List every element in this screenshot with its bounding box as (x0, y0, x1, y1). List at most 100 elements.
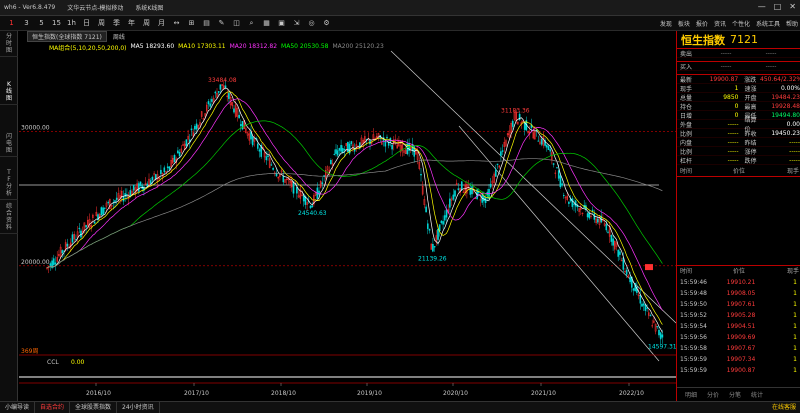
detail-tabs: 明细 分价 分笔 统计 (677, 387, 800, 401)
left-tab-2[interactable]: 闪电图 (0, 131, 18, 157)
candle-body (540, 138, 543, 145)
quote-label: 总量 (680, 94, 693, 102)
toolbar-button-15[interactable]: ◫ (229, 19, 244, 27)
toolbar-button-10[interactable]: 月 (154, 18, 169, 28)
maximize-button[interactable]: □ (774, 2, 782, 12)
price-annotation: 31183.36 (501, 108, 530, 115)
ask-volume: ----- (765, 62, 777, 70)
x-tick-label: 2018/10 (271, 390, 296, 397)
candle-body (54, 262, 57, 265)
toolbar-button-8[interactable]: 年 (124, 18, 139, 28)
toolbar-button-9[interactable]: 周 (139, 18, 154, 28)
left-tab-strip: 分时图 K线图闪电图 TF分析综合资料 (0, 31, 18, 401)
toolbar-button-18[interactable]: ▣ (274, 19, 289, 27)
candle-body (391, 144, 393, 150)
tab-tick-by-tick[interactable]: 分笔 (729, 390, 741, 399)
candle-body (546, 144, 548, 148)
tick-row: 15:59:56 19909.69 1 (677, 332, 800, 343)
status-tab-2[interactable]: 全球股票指数 (70, 401, 118, 413)
toolbar-button-17[interactable]: ▦ (259, 19, 274, 27)
candle-body (335, 149, 337, 154)
tick-price: 19907.61 (726, 301, 756, 308)
candle-body (282, 175, 285, 183)
toolbar-button-20[interactable]: ◎ (304, 19, 319, 27)
price-annotation: 21139.26 (418, 255, 447, 262)
toolbar-button-21[interactable]: ⚙ (319, 19, 334, 27)
candle-body (338, 148, 341, 151)
status-tab-0[interactable]: 小编导读 (0, 401, 36, 413)
toolbar-button-14[interactable]: ✎ (214, 19, 229, 27)
menu-item-2[interactable]: 报价 (696, 19, 708, 28)
candle-body (214, 91, 217, 94)
menu-item-0[interactable]: 发现 (660, 19, 672, 28)
tick-row: 15:59:48 19908.05 1 (677, 288, 800, 299)
toolbar-button-0[interactable]: 1 (4, 19, 19, 27)
left-tab-1[interactable]: K线图 (0, 79, 18, 105)
minimize-button[interactable]: — (758, 2, 766, 12)
toolbar-button-11[interactable]: ↔ (169, 19, 184, 27)
kline-chart[interactable]: 恒生指数(全球指数 7121) 周线 MA组合(5,10,20,50,200,0… (19, 30, 676, 401)
toolbar-button-2[interactable]: 5 (34, 19, 49, 27)
y-tick-label: 30000.00 (21, 125, 50, 132)
quote-value: 19900.87 (709, 75, 739, 83)
candle-body (343, 149, 346, 151)
status-tab-3[interactable]: 24小时资讯 (117, 401, 160, 413)
tick-volume: 1 (793, 323, 797, 330)
candle-body (501, 150, 504, 152)
toolbar-button-4[interactable]: 1h (64, 19, 79, 27)
menu-item-1[interactable]: 板块 (678, 19, 690, 28)
quote-value: ----- (789, 147, 800, 155)
candle-body (270, 164, 273, 166)
left-tab-3[interactable]: TF分析 (0, 167, 18, 200)
candle-body (53, 258, 55, 266)
candle-body (311, 205, 314, 208)
candle-body (573, 203, 575, 205)
tick-price: 19910.21 (726, 279, 756, 286)
tick-time: 15:59:50 (680, 301, 707, 308)
toolbar-button-13[interactable]: ▤ (199, 19, 214, 27)
candle-body (350, 141, 353, 144)
toolbar-button-5[interactable]: 日 (79, 18, 94, 28)
chart-canvas[interactable]: 30000.00 20000.00 33484.08 24540.63 31183.36… (19, 31, 676, 401)
status-tab-1[interactable]: 自选合约 (35, 401, 71, 413)
fin-col-volume: 现手 (786, 168, 799, 175)
server-node[interactable]: 文华云节点-模拟移动 (67, 3, 123, 12)
candle-body (386, 136, 388, 138)
candle-body (239, 124, 242, 127)
menu-item-3[interactable]: 资讯 (714, 19, 726, 28)
candle-body (126, 193, 128, 196)
candle-body (427, 223, 429, 229)
online-service-link[interactable]: 在线客服 (772, 402, 796, 413)
quote-value: 19484.23 (771, 93, 800, 101)
menu-item-5[interactable]: 系统工具 (756, 19, 780, 28)
toolbar-button-1[interactable]: 3 (19, 19, 34, 27)
left-tab-4[interactable]: 综合资料 (0, 201, 18, 234)
toolbar-button-7[interactable]: 季 (109, 18, 124, 28)
toolbar-button-19[interactable]: ⇲ (289, 19, 304, 27)
candle-body (607, 231, 609, 233)
candle-body (471, 186, 473, 195)
y-tick-label: 20000.00 (21, 259, 50, 266)
candle-body (347, 142, 349, 153)
tick-row: 15:59:58 19907.67 1 (677, 343, 800, 354)
toolbar-button-16[interactable]: ⌕ (244, 19, 259, 28)
candle-body (557, 170, 560, 179)
left-tab-0[interactable]: 分时图 (0, 31, 18, 57)
candle-body (649, 315, 652, 317)
candle-body (166, 166, 169, 168)
tab-price-dist[interactable]: 分价 (707, 390, 719, 399)
close-button[interactable]: ✕ (789, 2, 796, 12)
menu-item-6[interactable]: 帮助 (786, 19, 798, 28)
quote-label: 涨跌 (744, 76, 757, 84)
menu-item-4[interactable]: 个性化 (732, 19, 750, 28)
x-tick-label: 2017/10 (184, 390, 209, 397)
tick-price: 19909.69 (726, 334, 756, 341)
x-tick-label: 2019/10 (357, 390, 382, 397)
candle-body (333, 153, 336, 155)
tab-statistics[interactable]: 统计 (751, 390, 763, 399)
toolbar-button-6[interactable]: 周 (94, 18, 109, 28)
tab-detail[interactable]: 明细 (685, 390, 697, 399)
quote-value: 450.64/2.32% (760, 75, 800, 83)
toolbar-button-12[interactable]: ⊞ (184, 19, 199, 27)
toolbar-button-3[interactable]: 15 (49, 19, 64, 27)
